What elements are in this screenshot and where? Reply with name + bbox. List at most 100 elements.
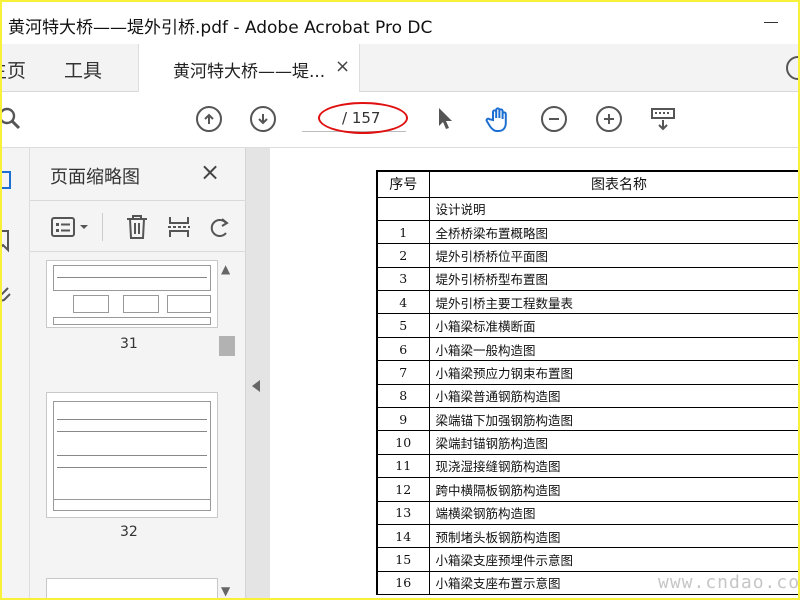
row-number: 6 (376, 336, 430, 362)
window-title: 黄河特大桥——堤外引桥.pdf - Adobe Acrobat Pro DC (8, 18, 433, 38)
table-row: 12 跨中横隔板钢筋构造图 (376, 477, 798, 502)
row-number: 15 (376, 547, 430, 572)
bookmarks-icon[interactable] (2, 228, 16, 254)
table-row: 3 堤外引桥桥型布置图 (376, 266, 798, 292)
column-header-name: 图表名称 (428, 170, 798, 198)
row-drawing-name: 小箱梁支座预埋件示意图 (428, 547, 798, 572)
drawing-index-table: 序号 图表名称 设计说明 1 全桥桥梁布置概略图 2 堤外引桥桥位平面图 3 堤外引桥桥型布… (376, 170, 798, 596)
select-cursor-icon[interactable] (430, 104, 460, 134)
thumbnail-toolbar (30, 200, 246, 252)
next-page-icon[interactable] (248, 104, 278, 134)
table-header-row: 序号 图表名称 (376, 170, 798, 198)
thumbnail-page[interactable] (46, 260, 218, 328)
row-number: 13 (376, 500, 430, 525)
rotate-page-icon[interactable] (204, 212, 234, 242)
table-row: 9 梁端锚下加强钢筋构造图 (376, 407, 798, 432)
table-row: 6 小箱梁一般构造图 (376, 336, 798, 362)
attachments-icon[interactable] (2, 284, 16, 306)
thumbnail-line (57, 431, 207, 432)
thumbnail-table (123, 295, 159, 313)
thumbnail-titleblock (53, 499, 211, 511)
row-number: 14 (376, 523, 430, 549)
thumbnail-page[interactable] (46, 392, 218, 518)
table-row: 10 梁端封锚钢筋构造图 (376, 430, 798, 455)
row-number: 16 (376, 570, 430, 596)
row-drawing-name: 小箱梁一般构造图 (428, 336, 798, 362)
thumbnail-line (57, 455, 207, 456)
tab-home[interactable]: 主页 (2, 56, 26, 83)
help-icon[interactable] (786, 56, 798, 80)
table-row: 5 小箱梁标准横断面 (376, 313, 798, 338)
row-number: 5 (376, 313, 430, 338)
page-number-field[interactable]: / 157 (302, 102, 408, 134)
row-drawing-name: 预制堵头板钢筋构造图 (428, 523, 798, 549)
table-row: 1 全桥桥梁布置概略图 (376, 219, 798, 245)
search-icon[interactable] (2, 104, 26, 134)
thumbnail-page-number: 31 (120, 336, 138, 352)
row-number: 3 (376, 266, 430, 292)
pdf-page: 序号 图表名称 设计说明 1 全桥桥梁布置概略图 2 堤外引桥桥位平面图 3 堤外引桥桥型布… (270, 148, 798, 598)
scroll-up-icon[interactable]: ▲ (221, 262, 230, 276)
row-drawing-name: 梁端封锚钢筋构造图 (428, 430, 798, 455)
row-number: 8 (376, 383, 430, 409)
thumbnail-page-number: 32 (120, 524, 138, 540)
scrollbar-thumb[interactable] (219, 336, 235, 356)
collapse-panel-icon[interactable] (252, 380, 260, 392)
zoom-out-icon[interactable] (539, 104, 569, 134)
row-drawing-name: 堤外引桥主要工程数量表 (428, 290, 798, 315)
app-window: 黄河特大桥——堤外引桥.pdf - Adobe Acrobat Pro DC 主… (2, 2, 798, 598)
row-number: 7 (376, 360, 430, 385)
close-panel-icon[interactable]: × (200, 158, 220, 186)
thumbnail-table (73, 295, 109, 313)
row-number: 2 (376, 243, 430, 268)
column-header-number: 序号 (376, 170, 430, 198)
row-drawing-name: 堤外引桥桥型布置图 (428, 266, 798, 292)
document-tab-label: 黄河特大桥——堤... (173, 62, 326, 82)
row-number: 12 (376, 477, 430, 502)
watermark-text: www.cndao.com (658, 572, 798, 593)
row-drawing-name: 梁端锚下加强钢筋构造图 (428, 407, 798, 432)
left-rail (2, 148, 30, 598)
prev-page-icon[interactable] (194, 104, 224, 134)
table-row: 设计说明 (376, 196, 798, 221)
highlight-annotation-ring (318, 102, 408, 134)
scroll-down-icon[interactable]: ▼ (221, 584, 230, 598)
thumbnail-options-icon[interactable] (50, 212, 92, 242)
row-number: 10 (376, 430, 430, 455)
extract-pages-icon[interactable] (164, 212, 194, 242)
row-number: 11 (376, 453, 430, 479)
minimize-button[interactable] (764, 22, 778, 23)
table-row: 4 堤外引桥主要工程数量表 (376, 290, 798, 315)
document-viewport[interactable]: 序号 图表名称 设计说明 1 全桥桥梁布置概略图 2 堤外引桥桥位平面图 3 堤外引桥桥型布… (246, 148, 798, 598)
delete-page-icon[interactable] (122, 212, 152, 242)
row-drawing-name: 小箱梁预应力钢束布置图 (428, 360, 798, 385)
table-row: 8 小箱梁普通钢筋构造图 (376, 383, 798, 409)
tab-bar: 主页 工具 黄河特大桥——堤... × (2, 44, 798, 92)
panel-title: 页面缩略图 (50, 167, 140, 188)
zoom-in-icon[interactable] (594, 104, 624, 134)
row-drawing-name: 跨中横隔板钢筋构造图 (428, 477, 798, 502)
table-row: 11 现浇湿接缝钢筋构造图 (376, 453, 798, 479)
table-row: 7 小箱梁预应力钢束布置图 (376, 360, 798, 385)
table-row: 2 堤外引桥桥位平面图 (376, 243, 798, 268)
thumbnail-table (167, 295, 211, 313)
thumbnail-page[interactable] (46, 578, 218, 598)
thumbnail-drawing (53, 401, 211, 511)
thumbnail-line (57, 467, 207, 468)
thumbnail-drawing (53, 265, 211, 291)
page-thumbnails-icon[interactable] (2, 168, 16, 192)
hand-tool-icon[interactable] (484, 104, 514, 134)
table-row: 15 小箱梁支座预埋件示意图 (376, 547, 798, 572)
thumbnail-scrollbar[interactable]: ▲ ▼ (216, 258, 238, 598)
row-drawing-name: 小箱梁标准横断面 (428, 313, 798, 338)
keyboard-icon[interactable] (648, 104, 678, 134)
row-number: 1 (376, 219, 430, 245)
thumbnail-line (57, 419, 207, 420)
row-drawing-name: 堤外引桥桥位平面图 (428, 243, 798, 268)
tab-tools[interactable]: 工具 (64, 56, 102, 83)
row-drawing-name: 现浇湿接缝钢筋构造图 (428, 453, 798, 479)
close-tab-icon[interactable]: × (335, 56, 350, 77)
tab-document[interactable]: 黄河特大桥——堤... × (138, 44, 360, 92)
row-drawing-name: 小箱梁普通钢筋构造图 (428, 383, 798, 409)
row-number: 4 (376, 290, 430, 315)
